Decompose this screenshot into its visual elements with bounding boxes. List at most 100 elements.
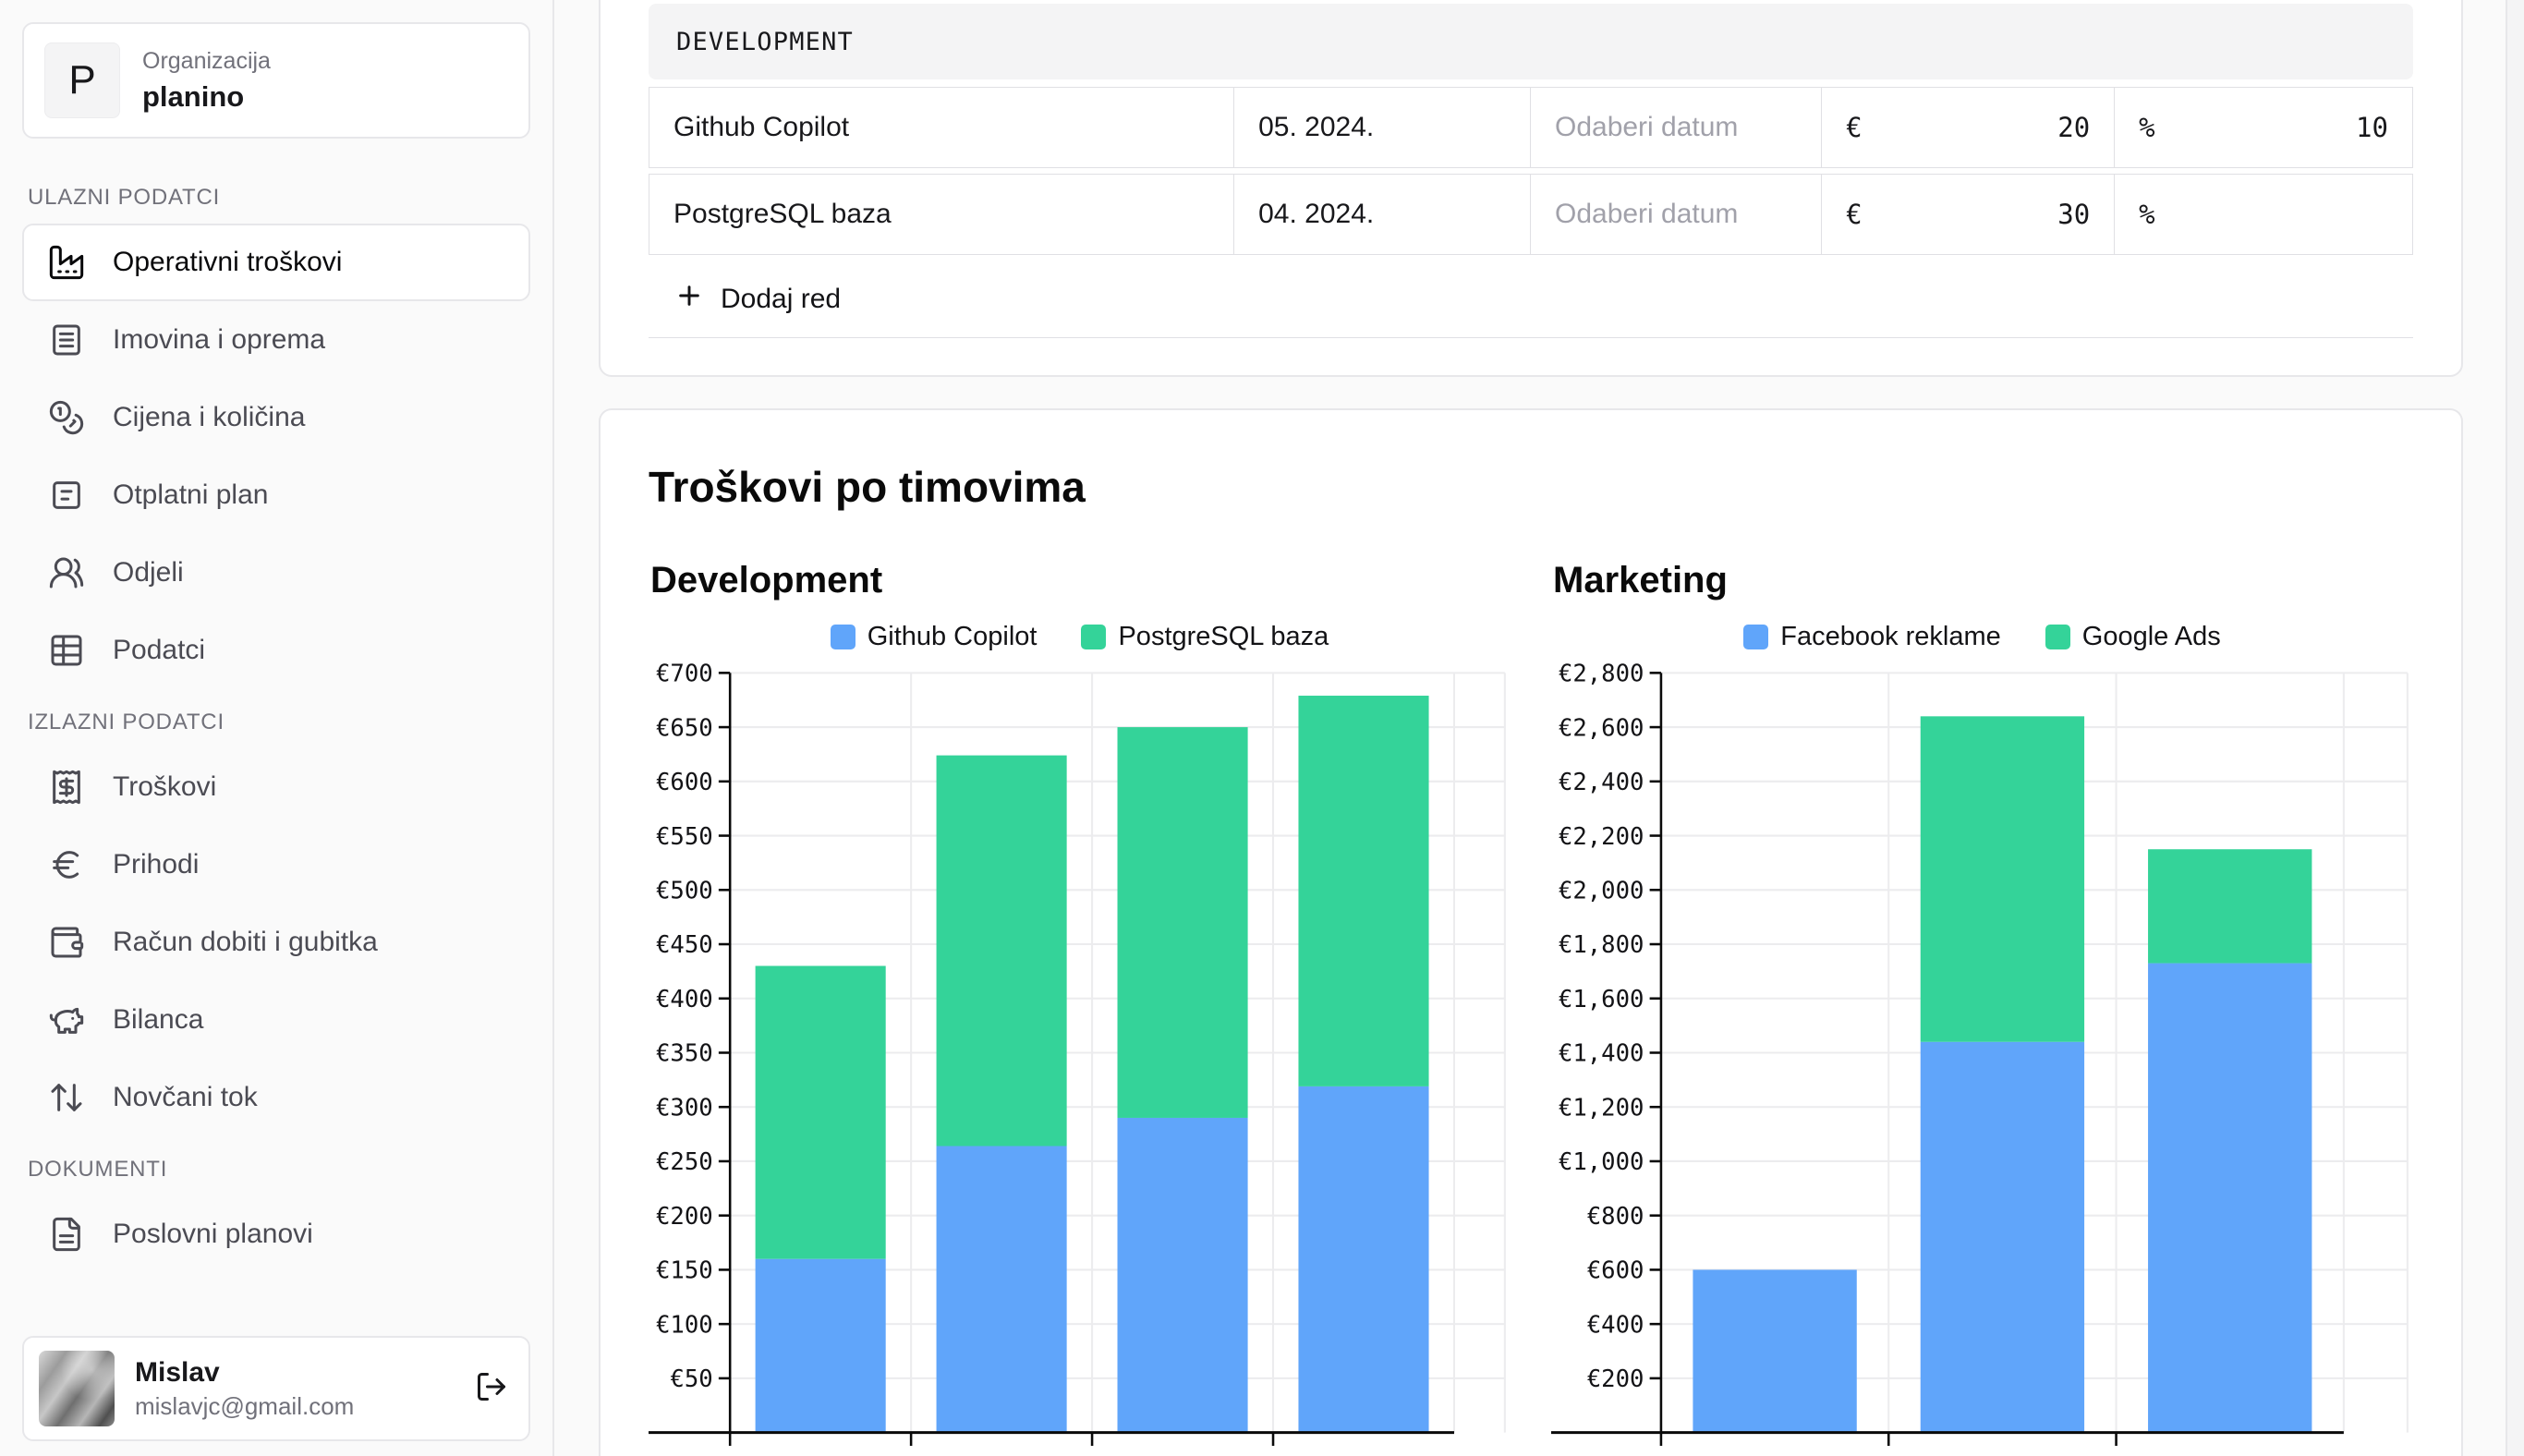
amount-cell[interactable]: €30 — [1822, 174, 2115, 255]
piggy-bank-icon — [48, 1001, 85, 1038]
legend-color-chip — [2045, 625, 2070, 649]
sidebar-item-tro-kovi[interactable]: Troškovi — [22, 748, 530, 826]
percent-symbol: % — [2139, 199, 2154, 230]
start-date-cell[interactable]: 05. 2024. — [1234, 87, 1531, 168]
legend-label: Github Copilot — [868, 622, 1038, 652]
table-row: Github Copilot05. 2024.Odaberi datum€20%… — [649, 87, 2413, 168]
sidebar-item-otplatni-plan[interactable]: Otplatni plan — [22, 456, 530, 534]
sidebar-item-bilanca[interactable]: Bilanca — [22, 981, 530, 1059]
sidebar-item-poslovni-planovi[interactable]: Poslovni planovi — [22, 1195, 530, 1273]
end-date-cell[interactable]: Odaberi datum — [1531, 174, 1822, 255]
sidebar-item-label: Operativni troškovi — [113, 247, 342, 278]
sidebar: P Organizacija planino ULAZNI PODATCI Ope… — [0, 0, 554, 1456]
sidebar-item-prihodi[interactable]: Prihodi — [22, 826, 530, 904]
chart-legend: Github Copilot PostgreSQL baza — [649, 622, 1511, 652]
sidebar-item-label: Poslovni planovi — [113, 1219, 313, 1250]
table-icon — [48, 632, 85, 669]
sidebar-item-ra-un-dobiti-i-gubitka[interactable]: Račun dobiti i gubitka — [22, 904, 530, 981]
stacked-bar-chart-marketing: €200€400€600€800€1,000€1,200€1,400€1,600… — [1551, 660, 2413, 1456]
svg-text:€1,800: €1,800 — [1559, 931, 1644, 959]
amount-cell[interactable]: €20 — [1822, 87, 2115, 168]
plus-icon — [674, 281, 704, 310]
sidebar-section-label: DOKUMENTI — [28, 1157, 530, 1183]
sidebar-item-odjeli[interactable]: Odjeli — [22, 534, 530, 612]
organization-switcher[interactable]: P Organizacija planino — [22, 22, 530, 139]
svg-text:€2,800: €2,800 — [1559, 661, 1644, 688]
cost-name-cell[interactable]: Github Copilot — [649, 87, 1234, 168]
sidebar-item-imovina-i-oprema[interactable]: Imovina i oprema — [22, 301, 530, 379]
svg-text:€700: €700 — [656, 661, 713, 688]
users-icon — [48, 554, 85, 591]
end-date-cell[interactable]: Odaberi datum — [1531, 87, 1822, 168]
svg-text:€450: €450 — [656, 931, 713, 959]
svg-text:€800: €800 — [1587, 1203, 1644, 1231]
coins-icon — [48, 399, 85, 436]
notepad-icon — [48, 477, 85, 514]
start-date-cell[interactable]: 04. 2024. — [1234, 174, 1531, 255]
sidebar-item-nov-ani-tok[interactable]: Novčani tok — [22, 1059, 530, 1136]
add-row-button[interactable]: Dodaj red — [649, 261, 2413, 338]
svg-text:€300: €300 — [656, 1094, 713, 1122]
organization-name: planino — [142, 80, 271, 114]
percent-value: 10 — [2356, 112, 2388, 143]
sidebar-item-label: Račun dobiti i gubitka — [113, 927, 378, 958]
log-out-icon — [475, 1370, 508, 1403]
user-info: Mislav mislavjc@gmail.com — [135, 1357, 354, 1421]
legend-entry: Facebook reklame — [1743, 622, 2001, 652]
legend-entry: PostgreSQL baza — [1081, 622, 1329, 652]
sidebar-item-label: Novčani tok — [113, 1082, 258, 1113]
svg-text:€2,000: €2,000 — [1559, 878, 1644, 905]
sidebar-item-operativni-tro-kovi[interactable]: Operativni troškovi — [22, 224, 530, 301]
svg-text:€650: €650 — [656, 714, 713, 742]
stacked-bar-chart-development: €50€100€150€200€250€300€350€400€450€500€… — [649, 660, 1511, 1456]
receipt-icon — [48, 769, 85, 806]
sidebar-item-podatci[interactable]: Podatci — [22, 612, 530, 689]
sidebar-item-label: Podatci — [113, 635, 205, 666]
user-avatar — [39, 1351, 115, 1426]
sidebar-item-label: Prihodi — [113, 849, 199, 880]
plus-icon — [674, 281, 704, 318]
wallet-icon — [48, 924, 85, 961]
euro-icon — [48, 846, 85, 883]
legend-label: Google Ads — [2082, 622, 2221, 652]
sidebar-navigation: ULAZNI PODATCI Operativni troškovi Imovina… — [22, 139, 530, 1273]
sidebar-item-label: Cijena i količina — [113, 402, 305, 433]
amount-value: 30 — [2057, 199, 2090, 230]
arrow-up-down-icon — [48, 1079, 85, 1116]
svg-text:€2,200: €2,200 — [1559, 823, 1644, 851]
legend-color-chip — [831, 625, 855, 649]
sidebar-item-label: Imovina i oprema — [113, 324, 325, 356]
svg-text:€500: €500 — [656, 878, 713, 905]
legend-color-chip — [1743, 625, 1768, 649]
currency-symbol: € — [1846, 112, 1862, 143]
user-name: Mislav — [135, 1357, 354, 1389]
percent-cell[interactable]: % — [2115, 174, 2413, 255]
sidebar-item-cijena-i-koli-ina[interactable]: Cijena i količina — [22, 379, 530, 456]
sidebar-section-label: ULAZNI PODATCI — [28, 185, 530, 211]
chart-section-title: Troškovi po timovima — [649, 462, 2413, 512]
organization-info: Organizacija planino — [142, 48, 271, 114]
chart-legend: Facebook reklame Google Ads — [1551, 622, 2413, 652]
user-card[interactable]: Mislav mislavjc@gmail.com — [22, 1336, 530, 1441]
chart-title: Development — [650, 560, 1511, 601]
organization-label: Organizacija — [142, 48, 271, 75]
svg-text:€200: €200 — [1587, 1365, 1644, 1393]
sidebar-item-label: Odjeli — [113, 557, 184, 588]
svg-text:€600: €600 — [1587, 1257, 1644, 1285]
scrollbar-rail[interactable] — [2506, 0, 2524, 1456]
chart-block-development: Development Github Copilot PostgreSQL baza… — [649, 560, 1511, 1456]
chart-block-marketing: MarketingFacebook reklameGoogle Ads€200€… — [1551, 560, 2413, 1456]
table-row: PostgreSQL baza04. 2024.Odaberi datum€30… — [649, 174, 2413, 255]
percent-cell[interactable]: %10 — [2115, 87, 2413, 168]
svg-text:€350: €350 — [656, 1040, 713, 1068]
sidebar-item-label: Troškovi — [113, 771, 216, 803]
sidebar-section-label: IZLAZNI PODATCI — [28, 710, 530, 735]
svg-text:€50: €50 — [670, 1365, 712, 1393]
factory-icon — [48, 244, 85, 281]
building-icon — [48, 322, 85, 358]
cost-name-cell[interactable]: PostgreSQL baza — [649, 174, 1234, 255]
svg-text:€2,600: €2,600 — [1559, 714, 1644, 742]
amount-value: 20 — [2057, 112, 2090, 143]
logout-icon[interactable] — [475, 1370, 508, 1408]
svg-text:€100: €100 — [656, 1311, 713, 1339]
